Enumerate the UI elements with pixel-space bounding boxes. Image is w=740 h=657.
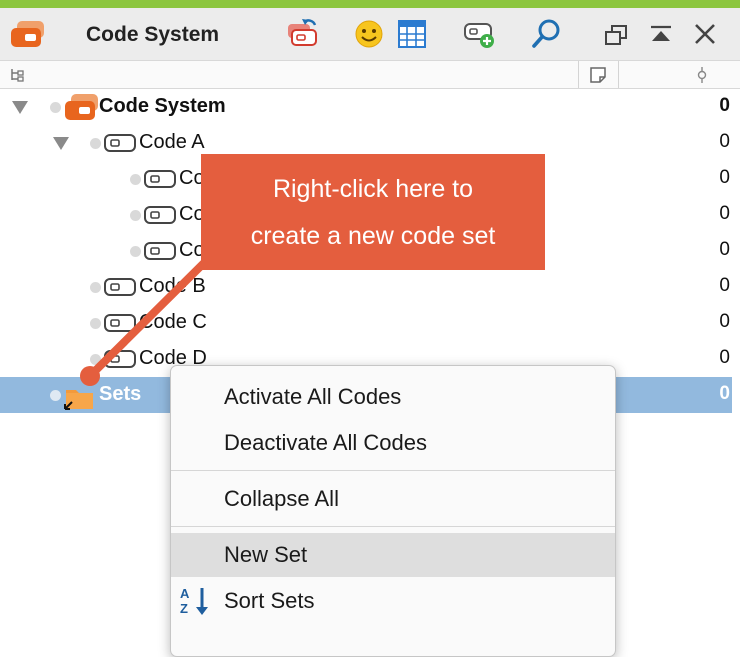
svg-text:A: A [180,586,190,601]
menu-item-label: Sort Sets [224,588,315,613]
menu-separator [171,470,615,471]
menu-item-activate-all-codes[interactable]: Activate All Codes [171,375,615,419]
menu-item-label: Deactivate All Codes [224,430,427,455]
menu-item-label: Activate All Codes [224,384,402,409]
callout-line-2: create a new code set [250,222,496,250]
context-menu: Activate All Codes Deactivate All Codes … [170,365,616,657]
menu-item-label: New Set [224,542,308,567]
menu-item-sort-sets[interactable]: A Z Sort Sets [171,579,615,623]
svg-text:Z: Z [180,601,188,616]
menu-item-deactivate-all-codes[interactable]: Deactivate All Codes [171,421,615,465]
menu-item-collapse-all[interactable]: Collapse All [171,477,615,521]
sort-az-icon: A Z [178,585,210,617]
menu-item-new-set[interactable]: New Set [171,533,615,577]
menu-item-label: Collapse All [224,486,339,511]
annotation-callout: Right-click here to create a new code se… [201,154,545,270]
callout-line-1: Right-click here to [272,175,474,203]
menu-separator [171,526,615,527]
